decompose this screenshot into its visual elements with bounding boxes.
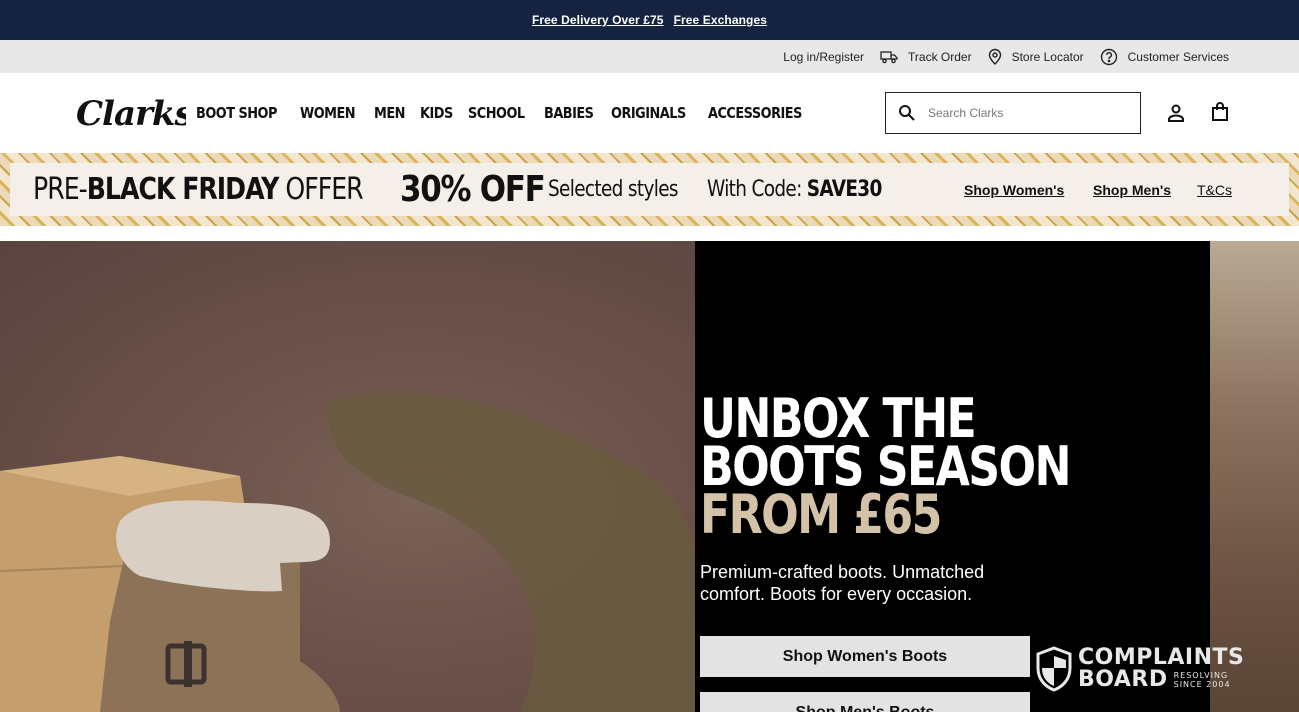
customer-services-label: Customer Services <box>1127 49 1229 64</box>
shop-mens-boots-button[interactable]: Shop Men's Boots <box>700 692 1030 712</box>
search-icon <box>899 105 915 121</box>
hero-banner: UNBOX THE BOOTS SEASON FROM £65 Premium-… <box>0 241 1299 712</box>
offer-code-label: With Code: <box>707 177 802 202</box>
hero-heading: UNBOX THE BOOTS SEASON FROM £65 <box>700 392 1072 546</box>
nav-accessories[interactable]: ACCESSORIES <box>708 104 802 122</box>
terms-link[interactable]: T&Cs <box>1197 163 1232 216</box>
login-register-label: Log in/Register <box>783 49 865 64</box>
store-locator-link[interactable]: Store Locator <box>988 48 1084 65</box>
nav-men[interactable]: MEN <box>374 104 405 122</box>
boot-illustration <box>0 391 695 712</box>
location-pin-icon <box>988 48 1001 65</box>
utility-bar: Log in/Register Track Order Store Locato… <box>0 40 1299 73</box>
logo-text: Clarks <box>76 95 186 131</box>
search-input[interactable] <box>928 106 1118 120</box>
shop-mens-link[interactable]: Shop Men's <box>1093 163 1171 216</box>
offer-discount: 30% OFF <box>400 169 546 210</box>
shop-womens-link[interactable]: Shop Women's <box>964 163 1064 216</box>
search-box[interactable] <box>885 92 1141 134</box>
nav-boot-shop[interactable]: BOOT SHOP <box>196 104 277 122</box>
store-locator-label: Store Locator <box>1011 49 1084 64</box>
site-header: Clarks BOOT SHOP WOMEN MEN KIDS SCHOOL B… <box>0 73 1299 153</box>
track-order-link[interactable]: Track Order <box>880 50 972 64</box>
hero-image-detail <box>1210 241 1299 712</box>
customer-services-link[interactable]: Customer Services <box>1100 48 1229 66</box>
nav-women[interactable]: WOMEN <box>300 104 356 122</box>
login-register-link[interactable]: Log in/Register <box>783 50 864 64</box>
track-order-label: Track Order <box>908 49 972 64</box>
nav-kids[interactable]: KIDS <box>420 104 453 122</box>
clarks-logo[interactable]: Clarks <box>76 95 186 131</box>
offer-title-post: OFFER <box>278 172 363 207</box>
truck-icon <box>880 50 898 63</box>
badge-line2: BOARD <box>1078 667 1168 692</box>
nav-school[interactable]: SCHOOL <box>468 104 525 122</box>
complaints-board-badge: COMPLAINTS BOARD RESOLVING SINCE 2004 <box>1036 646 1244 692</box>
free-delivery-link[interactable]: Free Delivery Over £75 <box>532 13 664 27</box>
offer-panel: PRE- BLACK FRIDAY OFFER 30% OFF Selected… <box>10 163 1289 216</box>
offer-title-pre: PRE- <box>33 172 88 207</box>
offer-code: With Code: SAVE30 <box>707 163 882 216</box>
free-exchanges-link[interactable]: Free Exchanges <box>674 13 767 27</box>
shield-icon <box>1036 646 1072 692</box>
badge-small1: RESOLVING <box>1173 671 1229 680</box>
badge-small2: SINCE 2004 <box>1173 680 1231 689</box>
offer-code-value: SAVE30 <box>806 177 883 202</box>
main-nav: BOOT SHOP WOMEN MEN KIDS SCHOOL BABIES O… <box>196 73 828 153</box>
promo-bar: Free Delivery Over £75 Free Exchanges <box>0 0 1299 40</box>
badge-line1: COMPLAINTS <box>1078 645 1245 670</box>
black-friday-banner: PRE- BLACK FRIDAY OFFER 30% OFF Selected… <box>0 153 1299 226</box>
nav-originals[interactable]: ORIGINALS <box>611 104 686 122</box>
hero-image-boot <box>0 241 695 712</box>
offer-title: PRE- BLACK FRIDAY OFFER <box>33 163 364 216</box>
nav-babies[interactable]: BABIES <box>544 104 594 122</box>
offer-selected-styles: Selected styles <box>548 177 679 202</box>
offer-title-bold: BLACK FRIDAY <box>86 172 280 207</box>
account-icon[interactable] <box>1166 103 1186 123</box>
hero-subtext: Premium-crafted boots. Unmatched comfort… <box>700 562 985 604</box>
hero-heading-price: FROM £65 <box>700 483 942 546</box>
shop-womens-boots-button[interactable]: Shop Women's Boots <box>700 636 1030 677</box>
help-circle-icon <box>1100 48 1117 65</box>
shopping-bag-icon[interactable] <box>1211 102 1229 122</box>
